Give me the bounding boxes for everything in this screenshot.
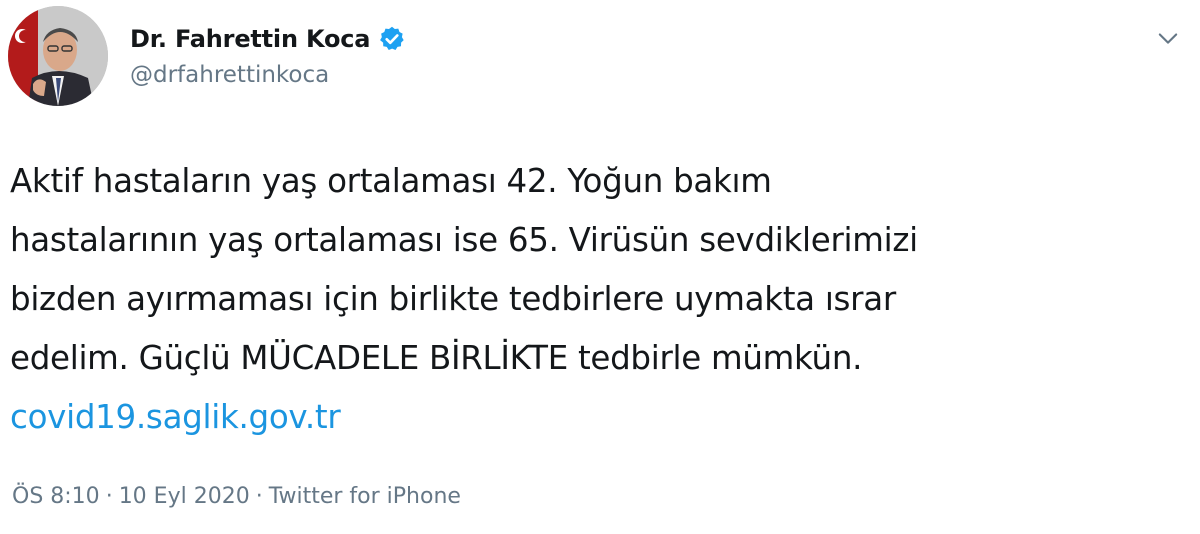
chevron-down-icon[interactable]	[1154, 24, 1182, 52]
meta-separator: ·	[105, 484, 113, 509]
tweet-card: Dr. Fahrettin Koca @drfahrettinkoca Akti…	[0, 0, 1200, 534]
tweet-metadata: ÖS 8:10 · 10 Eyl 2020 · Twitter for iPhone	[12, 484, 461, 509]
author-display-name[interactable]: Dr. Fahrettin Koca	[130, 25, 370, 53]
tweet-source[interactable]: Twitter for iPhone	[269, 484, 461, 509]
meta-separator: ·	[255, 484, 263, 509]
avatar-image	[8, 6, 108, 106]
tweet-date[interactable]: 10 Eyl 2020	[119, 484, 250, 509]
tweet-text-line: edelim. Güçlü MÜCADELE BİRLİKTE tedbirle…	[10, 339, 863, 377]
verified-badge-icon	[380, 26, 404, 50]
tweet-text: Aktif hastaların yaş ortalaması 42. Yoğu…	[10, 152, 1190, 447]
tweet-time[interactable]: ÖS 8:10	[12, 484, 100, 509]
tweet-link[interactable]: covid19.saglik.gov.tr	[10, 388, 1190, 447]
author-handle[interactable]: @drfahrettinkoca	[130, 62, 329, 88]
author-name-row: Dr. Fahrettin Koca	[130, 22, 406, 56]
tweet-text-line: bizden ayırmaması için birlikte tedbirle…	[10, 280, 896, 318]
profile-avatar[interactable]	[8, 6, 108, 106]
tweet-text-line: hastalarının yaş ortalaması ise 65. Virü…	[10, 221, 918, 259]
tweet-text-line: Aktif hastaların yaş ortalaması 42. Yoğu…	[10, 162, 772, 200]
